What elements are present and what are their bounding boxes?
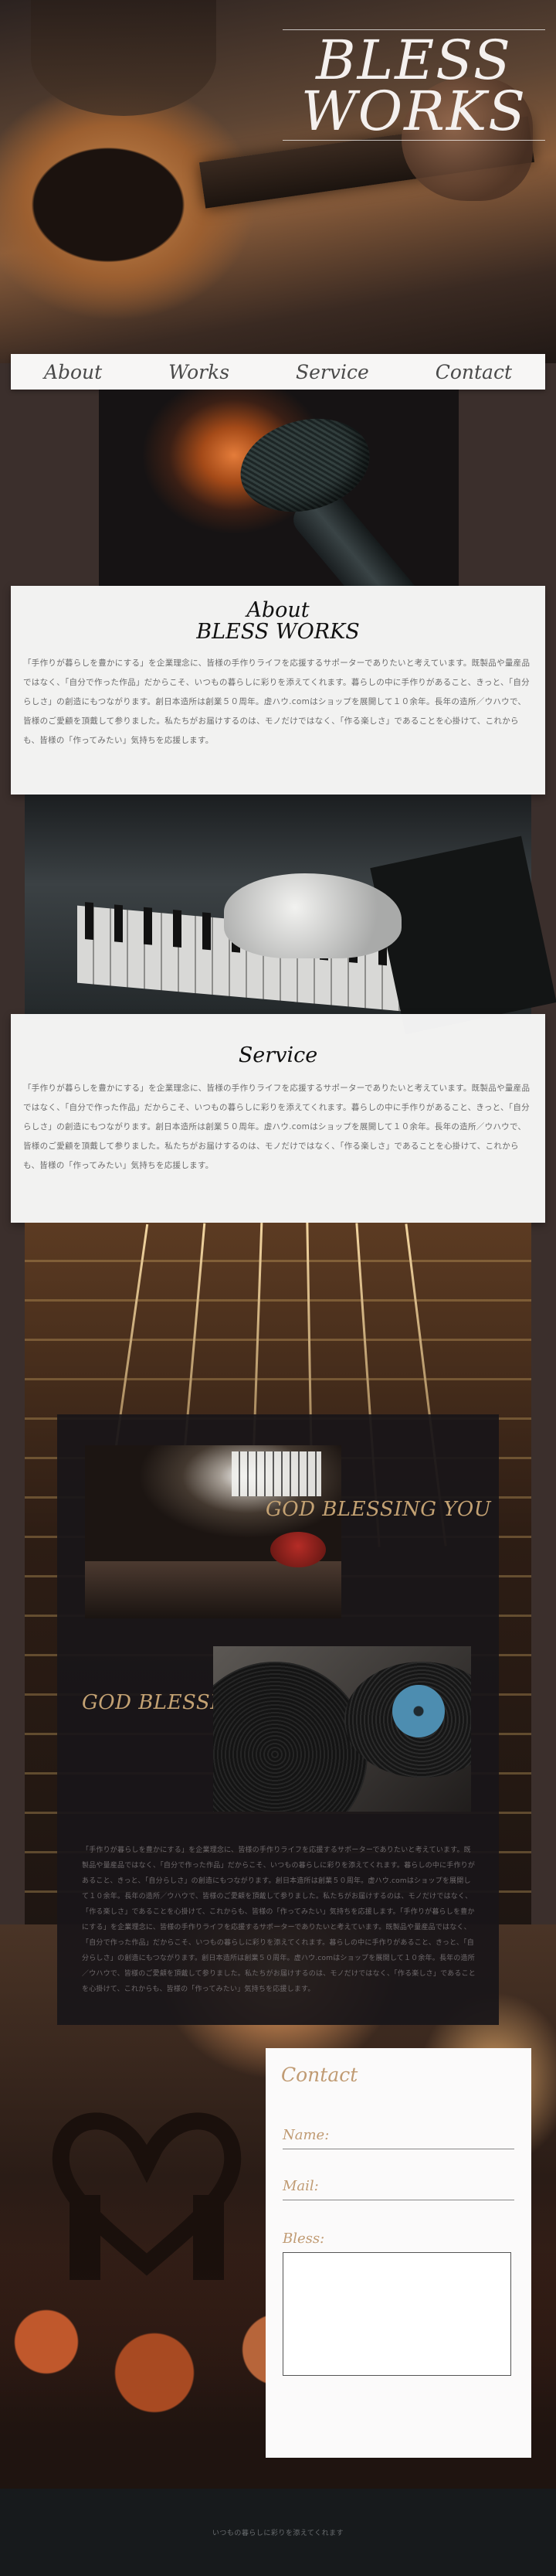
nav-link-about[interactable]: About [44,361,102,383]
footer-text: いつもの暮らしに彩りを添えてくれます [212,2530,344,2537]
microphone-head [229,404,381,526]
name-label: Name: [283,2127,330,2143]
site-logo-title: BLESS WORKS [283,29,545,141]
stage-floor [85,1561,341,1618]
page: BLESS WORKS About Works Service Contact … [0,0,556,2576]
about-heading-line-2: BLESS WORKS [196,620,360,644]
about-heading: About BLESS WORKS [11,600,545,643]
works-paragraph: 「手作りが暮らしを豊かにする」を企業理念に、皆様の手作りライフを応援するサポータ… [82,1846,476,1993]
works-vinyl-image [213,1646,471,1812]
main-nav: About Works Service Contact [11,354,545,390]
nav-link-contact[interactable]: Contact [436,361,512,383]
contact-heading: Contact [281,2064,358,2086]
microphone-image [99,390,459,586]
footer: いつもの暮らしに彩りを添えてくれます [0,2489,556,2576]
works-stage-image [85,1445,341,1618]
service-section: Service 「手作りが暮らしを豊かにする」を企業理念に、皆様の手作りライフを… [11,1014,545,1223]
message-textarea[interactable] [283,2252,511,2376]
site-title-line-2: WORKS [300,80,527,143]
nav-link-works[interactable]: Works [168,361,229,383]
hero-guitar-image: BLESS WORKS [0,0,556,363]
stage-drum [270,1532,326,1567]
about-section: About BLESS WORKS 「手作りが暮らしを豊かにする」を企業理念に、… [11,586,545,795]
site-title-line-1: BLESS [316,29,512,92]
vinyl-record-1 [213,1662,368,1812]
mail-label: Mail: [283,2178,319,2194]
message-label: Bless: [283,2231,325,2247]
nav-link-service[interactable]: Service [296,361,369,383]
stage-window [232,1451,321,1496]
service-heading: Service [238,1043,318,1067]
about-paragraph: 「手作りが暮らしを豊かにする」を企業理念に、皆様の手作りライフを応援するサポータ… [23,658,531,745]
vinyl-label [392,1685,445,1737]
works-tagline-1: GOD BLESSING YOU [266,1498,492,1521]
about-heading-line-1: About [246,598,310,622]
service-paragraph: 「手作りが暮らしを豊かにする」を企業理念に、皆様の手作りライフを応援するサポータ… [23,1084,531,1170]
contact-form: Contact Name: Mail: Bless: [266,2048,531,2458]
hero-arm-shape [31,0,216,116]
